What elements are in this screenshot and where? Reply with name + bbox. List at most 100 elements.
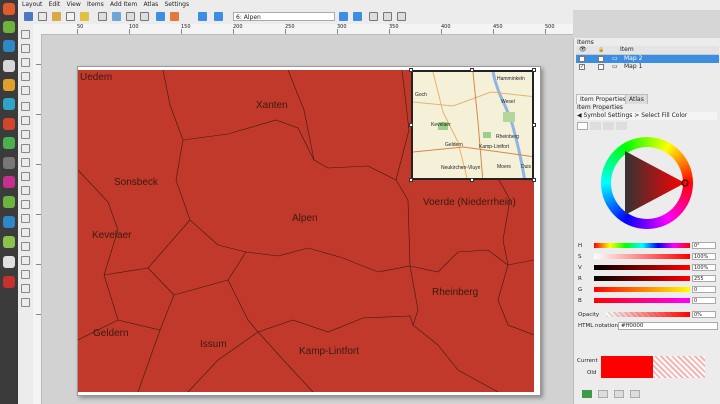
selection-handle[interactable] xyxy=(409,178,413,182)
hue-bar[interactable] xyxy=(594,243,690,248)
overview-map-item[interactable]: Hamminkeln Goch Wesel Kevelaer Rheinberg… xyxy=(411,70,534,180)
add-label-icon[interactable] xyxy=(21,144,30,153)
layout-manager-icon[interactable] xyxy=(66,12,75,21)
menu-atlas[interactable]: Atlas xyxy=(143,0,158,10)
swatch-button[interactable] xyxy=(582,390,592,398)
launcher-app-icon[interactable] xyxy=(3,79,15,91)
opacity-value[interactable]: 0% xyxy=(692,311,716,318)
slider-saturation[interactable]: S 100% xyxy=(576,253,720,261)
slider-opacity[interactable]: Opacity 0% xyxy=(576,311,720,319)
edit-nodes-icon[interactable] xyxy=(21,86,30,95)
launcher-app-icon[interactable] xyxy=(3,157,15,169)
value-value[interactable]: 100% xyxy=(692,264,716,271)
next-feature-icon[interactable] xyxy=(339,12,348,21)
tab-atlas[interactable]: Atlas xyxy=(625,94,648,104)
slider-blue[interactable]: B 0 xyxy=(576,297,720,305)
blue-bar[interactable] xyxy=(594,298,690,303)
atlas-feature-select[interactable]: 6: Alpen xyxy=(233,12,335,21)
visibility-checkbox[interactable]: ✓ xyxy=(579,64,585,70)
selection-handle[interactable] xyxy=(470,68,474,72)
launcher-app-icon[interactable] xyxy=(3,256,15,268)
selection-handle[interactable] xyxy=(532,178,536,182)
saturation-bar[interactable] xyxy=(594,254,690,259)
last-feature-icon[interactable] xyxy=(353,12,362,21)
items-row-map1[interactable]: ✓ ▭ Map 1 xyxy=(576,63,719,71)
menu-add-item[interactable]: Add Item xyxy=(110,0,137,10)
menu-view[interactable]: View xyxy=(67,0,81,10)
export-image-icon[interactable] xyxy=(112,12,121,21)
saturation-value-triangle[interactable] xyxy=(601,137,693,229)
add-north-arrow-icon[interactable] xyxy=(21,186,30,195)
color-wheel-tab-icon[interactable] xyxy=(577,122,588,130)
launcher-app-icon[interactable] xyxy=(3,98,15,110)
selection-handle[interactable] xyxy=(409,68,413,72)
add-polyline-icon[interactable] xyxy=(21,256,30,265)
save-icon[interactable] xyxy=(24,12,33,21)
launcher-app-icon[interactable] xyxy=(3,60,15,72)
launcher-app-icon[interactable] xyxy=(3,176,15,188)
print-atlas-icon[interactable] xyxy=(369,12,378,21)
add-html-icon[interactable] xyxy=(21,270,30,279)
previous-feature-icon[interactable] xyxy=(214,12,223,21)
swatch-button[interactable] xyxy=(598,390,608,398)
color-ramp-tab-icon[interactable] xyxy=(590,122,601,130)
atlas-preview-icon[interactable] xyxy=(198,12,207,21)
slider-green[interactable]: G 0 xyxy=(576,286,720,294)
launcher-app-icon[interactable] xyxy=(3,118,15,130)
red-bar[interactable] xyxy=(594,276,690,281)
lock-checkbox[interactable] xyxy=(598,56,604,62)
menu-edit[interactable]: Edit xyxy=(49,0,61,10)
add-attribute-table-icon[interactable] xyxy=(21,284,30,293)
redo-icon[interactable] xyxy=(170,12,179,21)
print-icon[interactable] xyxy=(98,12,107,21)
html-notation-field[interactable]: #ff0000 xyxy=(618,322,718,330)
export-pdf-icon[interactable] xyxy=(140,12,149,21)
move-content-icon[interactable] xyxy=(21,72,30,81)
green-bar[interactable] xyxy=(594,287,690,292)
launcher-app-icon[interactable] xyxy=(3,40,15,52)
add-polygon-icon[interactable] xyxy=(21,242,30,251)
add-fixed-table-icon[interactable] xyxy=(21,298,30,307)
add-3d-map-icon[interactable] xyxy=(21,116,30,125)
selection-handle[interactable] xyxy=(409,123,413,127)
launcher-app-icon[interactable] xyxy=(3,21,15,33)
add-marker-icon[interactable] xyxy=(21,214,30,223)
new-layout-icon[interactable] xyxy=(38,12,47,21)
pan-tool-icon[interactable] xyxy=(21,30,30,39)
export-atlas-icon[interactable] xyxy=(383,12,392,21)
duplicate-layout-icon[interactable] xyxy=(52,12,61,21)
lock-checkbox[interactable] xyxy=(598,64,604,70)
add-map-icon[interactable] xyxy=(21,102,30,111)
value-bar[interactable] xyxy=(594,265,690,270)
items-row-map2[interactable]: ✓ ▭ Map 2 xyxy=(576,55,719,63)
select-tool-icon[interactable] xyxy=(21,58,30,67)
opacity-bar[interactable] xyxy=(606,312,690,317)
add-scalebar-icon[interactable] xyxy=(21,172,30,181)
launcher-app-icon[interactable] xyxy=(3,3,15,15)
blue-value[interactable]: 0 xyxy=(692,297,716,304)
green-value[interactable]: 0 xyxy=(692,286,716,293)
visibility-checkbox[interactable]: ✓ xyxy=(579,56,585,62)
tab-item-properties[interactable]: Item Properties xyxy=(576,94,630,104)
launcher-app-icon[interactable] xyxy=(3,216,15,228)
selection-handle[interactable] xyxy=(470,178,474,182)
launcher-app-icon[interactable] xyxy=(3,137,15,149)
selection-handle[interactable] xyxy=(532,68,536,72)
add-to-template-icon[interactable] xyxy=(80,12,89,21)
undo-icon[interactable] xyxy=(156,12,165,21)
slider-value[interactable]: V 100% xyxy=(576,264,720,272)
atlas-settings-icon[interactable] xyxy=(397,12,406,21)
color-swatch-tab-icon[interactable] xyxy=(603,122,614,130)
launcher-app-icon[interactable] xyxy=(3,236,15,248)
selection-handle[interactable] xyxy=(532,123,536,127)
slider-hue[interactable]: H 0° xyxy=(576,242,720,250)
swatch-button[interactable] xyxy=(614,390,624,398)
hue-value[interactable]: 0° xyxy=(692,242,716,249)
slider-red[interactable]: R 255 xyxy=(576,275,720,283)
menu-layout[interactable]: Layout xyxy=(22,0,42,10)
color-wheel[interactable] xyxy=(601,137,693,229)
menu-items[interactable]: Items xyxy=(87,0,104,10)
swatch-button[interactable] xyxy=(630,390,640,398)
add-shape-icon[interactable] xyxy=(21,200,30,209)
export-svg-icon[interactable] xyxy=(126,12,135,21)
